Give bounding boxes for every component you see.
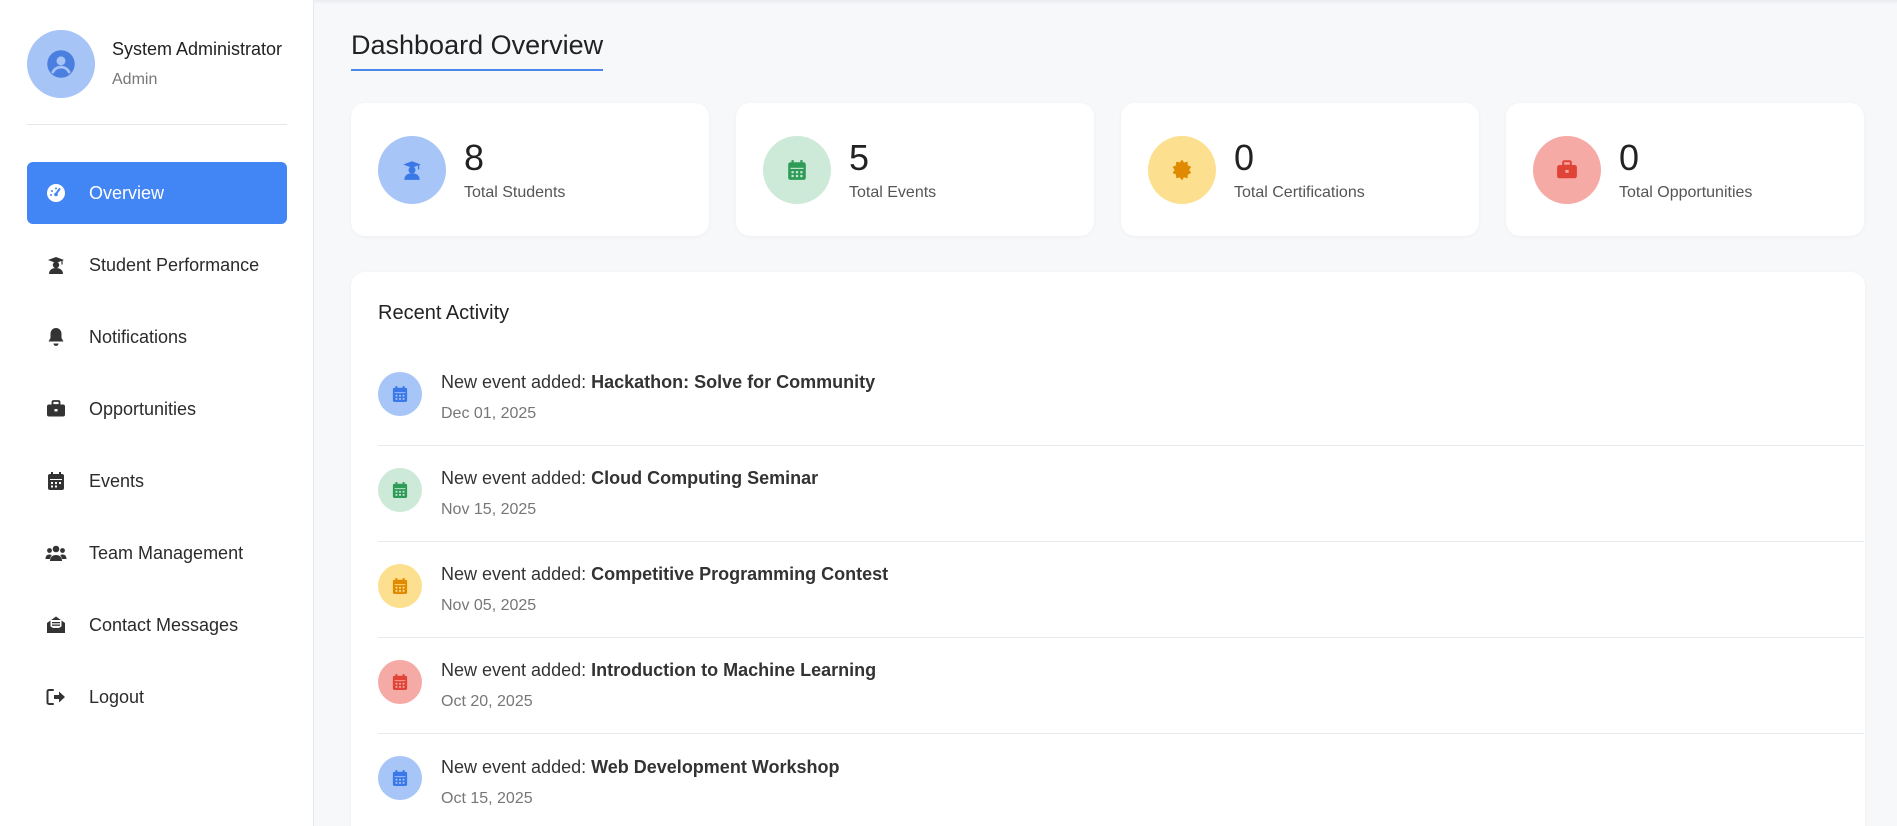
sidebar-item-student-performance[interactable]: Student Performance [27,234,287,296]
stat-icon-opportunities [1533,135,1601,204]
activity-event-name: Hackathon: Solve for Community [591,372,876,392]
stat-card-certifications: 0 Total Certifications [1121,103,1479,236]
bell-icon [45,326,67,348]
activity-icon [378,467,422,512]
list-item: New event added: Hackathon: Solve for Co… [378,350,1864,446]
stat-icon-events [763,135,831,204]
sidebar-item-label: Student Performance [89,254,260,275]
activity-date: Dec 01, 2025 [441,405,537,422]
activity-event-name: Web Development Workshop [591,756,840,777]
sidebar-item-overview[interactable]: Overview [27,162,287,224]
list-item: New event added: Cloud Computing Seminar… [378,446,1864,542]
stat-label: Total Events [849,183,937,201]
sidebar-divider [27,124,287,125]
activity-event-name: Introduction to Machine Learning [591,660,877,680]
activity-prefix: New event added: [441,564,592,584]
user-name: System Administrator [112,39,283,59]
briefcase-icon [1557,159,1577,178]
sidebar-item-label: Notifications [89,326,188,347]
calendar-icon [392,481,408,498]
activity-date: Nov 15, 2025 [441,501,537,518]
activity-date: Oct 15, 2025 [441,789,533,807]
activity-prefix: New event added: [441,372,592,392]
user-circle-icon [47,50,75,78]
stats-row: 8 Total Students 5 Total Events 0 Total … [351,103,1865,236]
stat-value: 0 [1234,136,1255,178]
stat-icon-students [378,135,446,204]
stat-label: Total Students [464,183,566,201]
list-item: New event added: Competitive Programming… [378,542,1864,638]
activity-text: New event added: Cloud Computing Seminar [441,468,818,489]
logout-icon [45,686,67,708]
sidebar-item-label: Overview [89,182,165,203]
activity-text: New event added: Competitive Programming… [441,564,888,585]
stat-label: Total Certifications [1234,183,1365,201]
recent-activity-panel: Recent Activity New event added: Hackath… [351,272,1865,826]
gauge-icon [45,182,67,204]
sidebar-item-label: Opportunities [89,398,197,419]
activity-text: New event added: Introduction to Machine… [441,660,876,681]
list-item: New event added: Introduction to Machine… [378,638,1864,734]
sidebar-item-label: Events [89,470,145,491]
sidebar: System Administrator Admin Overview Stud… [0,0,314,826]
calendar-icon [45,470,67,492]
list-item: New event added: Web Development Worksho… [378,734,1864,826]
recent-activity-title: Recent Activity [378,302,510,324]
users-icon [45,542,67,564]
stat-value: 0 [1619,136,1640,178]
sidebar-item-opportunities[interactable]: Opportunities [27,378,287,440]
calendar-icon [392,385,408,402]
avatar [27,30,95,98]
sidebar-item-label: Team Management [89,542,244,563]
activity-text: New event added: Web Development Worksho… [441,757,839,778]
activity-text: New event added: Hackathon: Solve for Co… [441,372,875,393]
activity-prefix: New event added: [441,468,592,488]
user-role: Admin [112,71,158,88]
sidebar-item-team-management[interactable]: Team Management [27,522,287,584]
stat-card-events: 5 Total Events [736,103,1094,236]
stat-value: 5 [849,136,870,178]
activity-prefix: New event added: [441,660,592,680]
calendar-icon [392,673,408,690]
sidebar-item-notifications[interactable]: Notifications [27,306,287,368]
certificate-icon [1172,158,1192,180]
activity-icon [378,659,422,704]
graduate-icon [403,160,421,180]
stat-card-students: 8 Total Students [351,103,709,236]
sidebar-nav: Overview Student Performance Notificatio… [27,162,287,738]
activity-icon [378,756,422,800]
stat-card-opportunities: 0 Total Opportunities [1506,103,1864,236]
page-title: Dashboard Overview [351,30,604,71]
stat-label: Total Opportunities [1619,183,1753,201]
activity-event-name: Cloud Computing Seminar [591,468,819,488]
calendar-icon [392,770,408,786]
graduate-icon [45,254,67,276]
activity-date: Nov 05, 2025 [441,597,537,614]
user-profile: System Administrator Admin [27,30,282,98]
sidebar-item-events[interactable]: Events [27,450,287,512]
envelope-open-icon [45,614,67,636]
activity-list: New event added: Hackathon: Solve for Co… [378,350,1864,826]
sidebar-item-logout[interactable]: Logout [27,666,287,728]
activity-prefix: New event added: [441,756,592,777]
sidebar-item-label: Logout [89,686,145,707]
sidebar-item-label: Contact Messages [89,614,239,635]
briefcase-icon [45,398,67,420]
calendar-icon [788,159,806,180]
stat-value: 8 [464,136,485,178]
calendar-icon [392,577,408,594]
activity-icon [378,371,422,416]
activity-date: Oct 20, 2025 [441,693,533,710]
stat-icon-certifications [1148,135,1216,204]
activity-icon [378,563,422,608]
sidebar-item-contact-messages[interactable]: Contact Messages [27,594,287,656]
activity-event-name: Competitive Programming Contest [591,564,889,584]
